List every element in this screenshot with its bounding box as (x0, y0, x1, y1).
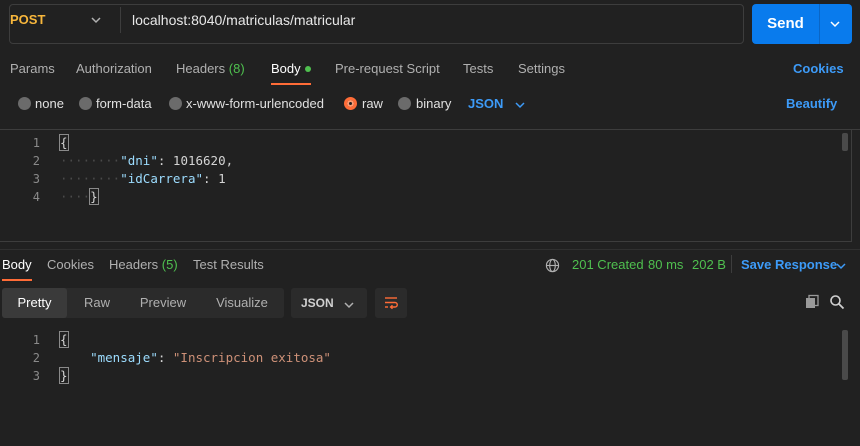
chevron-down-icon[interactable] (829, 18, 841, 30)
close-brace: } (89, 188, 99, 205)
response-time[interactable]: 80 ms (648, 257, 683, 272)
json-value: "Inscripcion exitosa" (172, 350, 331, 365)
response-tab-body[interactable]: Body (2, 257, 32, 272)
json-key: "dni" (120, 153, 158, 168)
view-visualize-button[interactable]: Visualize (204, 288, 280, 318)
chevron-down-icon[interactable] (835, 260, 847, 272)
copy-icon[interactable] (804, 294, 820, 310)
response-size[interactable]: 202 B (692, 257, 726, 272)
request-body-editor[interactable] (0, 130, 852, 242)
send-divider (819, 4, 820, 44)
view-mode-toolbar: Pretty Raw Preview Visualize (2, 288, 284, 318)
indent-guide: ········ (60, 171, 121, 186)
radio-none[interactable] (18, 97, 31, 110)
radio-none-label[interactable]: none (35, 96, 64, 111)
wrap-lines-icon (385, 297, 398, 310)
view-raw-button[interactable]: Raw (72, 288, 122, 318)
tab-headers-label: Headers (176, 61, 226, 76)
url-divider (120, 7, 121, 33)
line-number: 3 (32, 369, 40, 383)
radio-form-data[interactable] (79, 97, 92, 110)
method-select[interactable]: POST (10, 12, 45, 27)
line-number: 4 (32, 190, 40, 204)
send-button-label[interactable]: Send (752, 4, 819, 44)
status-code[interactable]: 201 Created (572, 257, 644, 272)
response-tab-headers-label: Headers (109, 257, 159, 272)
send-button[interactable]: Send (752, 4, 852, 44)
open-brace: { (59, 331, 69, 348)
globe-icon[interactable] (545, 258, 560, 273)
radio-binary[interactable] (398, 97, 411, 110)
response-tab-cookies[interactable]: Cookies (47, 257, 94, 272)
tab-body[interactable]: Body (271, 61, 301, 76)
line-number: 3 (32, 172, 40, 186)
active-tab-underline (2, 279, 32, 281)
radio-urlencoded-label[interactable]: x-www-form-urlencoded (186, 96, 324, 111)
radio-form-data-label[interactable]: form-data (96, 96, 152, 111)
line-number: 2 (32, 154, 40, 168)
save-response-button[interactable]: Save Response (741, 257, 837, 272)
tab-settings[interactable]: Settings (518, 61, 565, 76)
response-scrollbar[interactable] (842, 330, 848, 380)
response-headers-count: (5) (161, 257, 178, 272)
radio-urlencoded[interactable] (169, 97, 182, 110)
line-number: 1 (32, 333, 40, 347)
response-tab-test-results[interactable]: Test Results (193, 257, 264, 272)
json-value: 1 (218, 171, 226, 186)
json-key: "idCarrera" (120, 171, 204, 186)
search-icon[interactable] (829, 294, 845, 310)
body-indicator-dot (305, 66, 311, 72)
response-code-line[interactable]: "mensaje": "Inscripcion exitosa" (60, 350, 331, 365)
chevron-down-icon[interactable] (514, 99, 526, 111)
code-line[interactable]: ········"idCarrera": 1 (60, 171, 226, 186)
view-pretty-button[interactable]: Pretty (2, 288, 67, 318)
indent-guide: ···· (60, 189, 91, 204)
wrap-lines-button[interactable] (375, 288, 407, 318)
chevron-down-icon (344, 302, 354, 309)
chevron-down-icon[interactable] (90, 14, 102, 26)
code-line[interactable]: ········"dni": 1016620, (60, 153, 233, 168)
active-tab-underline (271, 83, 311, 85)
json-key: "mensaje" (90, 350, 158, 365)
open-brace: { (59, 134, 69, 151)
line-number: 2 (32, 351, 40, 365)
response-format-label: JSON (301, 296, 334, 310)
headers-count-badge: (8) (228, 61, 245, 76)
tab-headers[interactable]: Headers (8) (176, 61, 245, 76)
response-format-select[interactable]: JSON (291, 288, 367, 318)
body-format-select[interactable]: JSON (468, 96, 503, 111)
view-preview-button[interactable]: Preview (130, 288, 196, 318)
code-line[interactable]: { (59, 134, 69, 151)
response-code-line[interactable]: { (59, 331, 69, 348)
code-line[interactable]: ····} (60, 188, 99, 205)
tab-params[interactable]: Params (10, 61, 55, 76)
response-code-line[interactable]: } (59, 367, 69, 384)
meta-divider (731, 255, 732, 273)
close-brace: } (59, 367, 69, 384)
editor-scrollbar[interactable] (842, 133, 848, 151)
json-value: 1016620 (172, 153, 226, 168)
indent-guide: ········ (60, 153, 121, 168)
response-divider (0, 249, 860, 250)
radio-binary-label[interactable]: binary (416, 96, 451, 111)
radio-raw-label[interactable]: raw (362, 96, 383, 111)
line-number: 1 (32, 136, 40, 150)
tab-prerequest-script[interactable]: Pre-request Script (335, 61, 440, 76)
url-input[interactable]: localhost:8040/matriculas/matricular (132, 12, 355, 28)
beautify-button[interactable]: Beautify (786, 96, 837, 111)
response-tab-headers[interactable]: Headers (5) (109, 257, 178, 272)
tab-tests[interactable]: Tests (463, 61, 493, 76)
cookies-link[interactable]: Cookies (793, 61, 844, 76)
tab-authorization[interactable]: Authorization (76, 61, 152, 76)
radio-raw[interactable] (344, 97, 357, 110)
